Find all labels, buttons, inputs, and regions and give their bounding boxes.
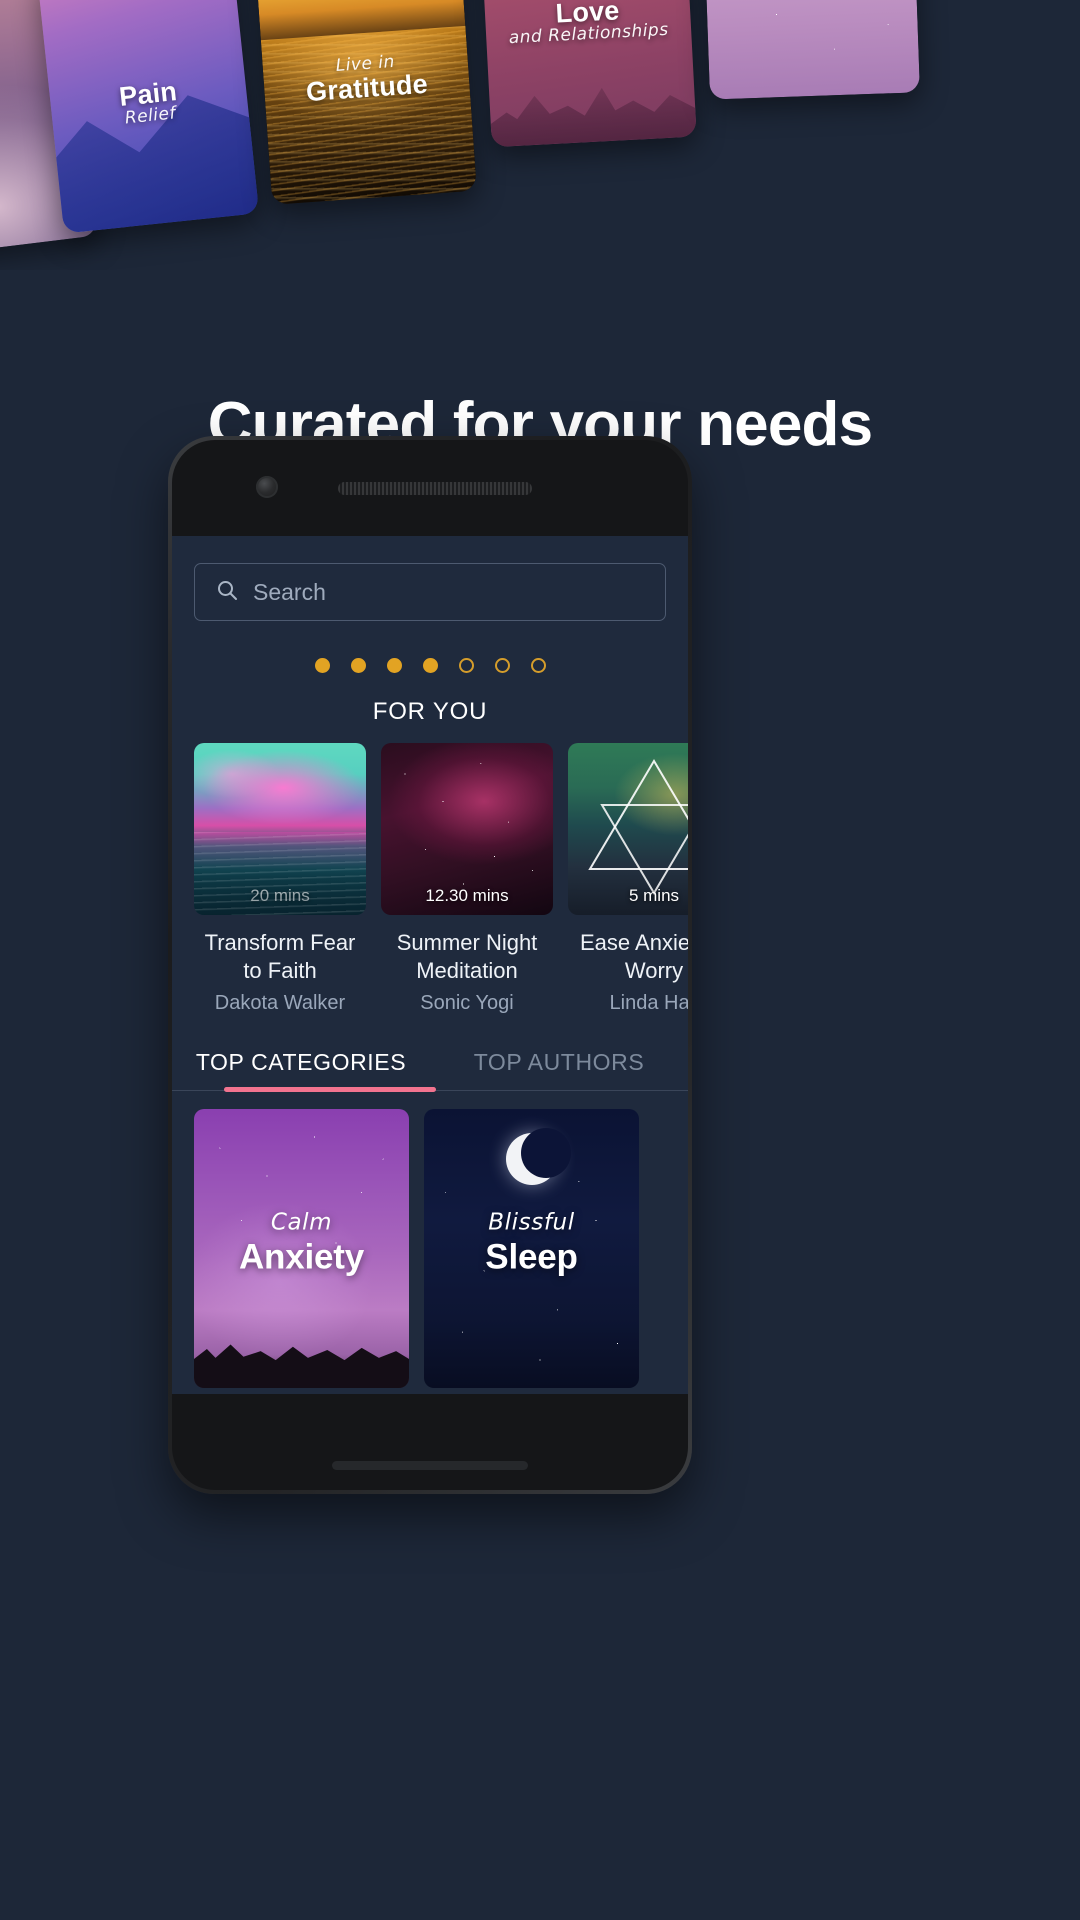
category-author-tabs[interactable]: TOP CATEGORIES TOP AUTHORS (172, 1039, 688, 1092)
card-thumbnail[interactable]: 12.30 mins (381, 743, 553, 915)
pager-dot[interactable] (494, 658, 510, 673)
category-tile-anxiety[interactable]: Calm Anxiety (194, 1109, 409, 1388)
active-tab-underline (224, 1087, 436, 1092)
pager-dot[interactable] (530, 658, 546, 673)
card-title: Transform Fear to Faith (204, 930, 356, 983)
phone-mockup: Search FOR YOU 20 mins Transform Fear to… (168, 436, 692, 1494)
hero-card-label: Love and Relationships (484, 0, 691, 50)
card-title: Ease Anxiety & Worry (580, 930, 688, 983)
category-subtitle: Calm (270, 1209, 333, 1236)
front-camera-icon (256, 476, 278, 498)
hero-card-gratitude[interactable]: Live in Gratitude (252, 0, 477, 205)
treeline-decoration (194, 1344, 409, 1388)
fingerprint-bar (332, 1461, 528, 1470)
pager-dots[interactable] (172, 658, 688, 673)
hero-carousel[interactable]: Pain Relief Live in Gratitude Love and R… (0, 0, 1080, 270)
pager-dot[interactable] (314, 658, 330, 673)
category-tile-label: Calm Anxiety (194, 1209, 409, 1277)
for-you-card[interactable]: 12.30 mins Summer Night Meditation Sonic… (381, 743, 553, 1015)
card-duration: 20 mins (250, 886, 310, 905)
for-you-section-title: FOR YOU (372, 698, 488, 725)
for-you-card-row[interactable]: 20 mins Transform Fear to Faith Dakota W… (172, 743, 688, 1015)
category-tile-sleep[interactable]: Blissful Sleep (424, 1109, 639, 1388)
category-title: Anxiety (238, 1237, 365, 1277)
category-title: Sleep (485, 1237, 578, 1277)
card-duration: 12.30 mins (425, 886, 509, 905)
crescent-moon-icon (505, 1128, 571, 1185)
phone-body: Search FOR YOU 20 mins Transform Fear to… (172, 440, 688, 1490)
category-tile-label: Blissful Sleep (424, 1209, 639, 1277)
pager-dot[interactable] (458, 658, 474, 673)
search-input[interactable]: Search (194, 563, 666, 621)
category-subtitle: Blissful (488, 1209, 575, 1236)
for-you-card[interactable]: 20 mins Transform Fear to Faith Dakota W… (194, 743, 366, 1015)
search-placeholder-text: Search (253, 578, 326, 605)
hero-card-lavender[interactable] (702, 0, 920, 100)
category-grid[interactable]: Calm Anxiety Blissful Sleep (172, 1109, 688, 1394)
card-duration: 5 mins (628, 886, 680, 905)
card-author: Dakota Walker (214, 992, 346, 1014)
pager-dot[interactable] (386, 658, 402, 673)
search-icon (215, 578, 239, 607)
card-thumbnail[interactable]: 20 mins (194, 743, 366, 915)
phone-screen: Search FOR YOU 20 mins Transform Fear to… (172, 536, 688, 1394)
hero-card-pain-relief[interactable]: Pain Relief (36, 0, 260, 234)
earpiece-speaker-icon (338, 482, 532, 495)
tab-top-authors[interactable]: TOP AUTHORS (430, 1039, 688, 1090)
tab-top-categories[interactable]: TOP CATEGORIES (172, 1039, 430, 1090)
card-thumbnail[interactable]: 5 mins (568, 743, 688, 915)
card-author: Sonic Yogi (420, 992, 514, 1014)
for-you-card[interactable]: 5 mins Ease Anxiety & Worry Linda Hall (568, 743, 688, 1015)
pager-dot[interactable] (422, 658, 438, 673)
card-title: Summer Night Meditation (396, 930, 538, 983)
pager-dot[interactable] (350, 658, 366, 673)
card-author: Linda Hall (609, 992, 688, 1014)
hero-card-love[interactable]: Love and Relationships (478, 0, 697, 148)
skyline-decoration (487, 47, 696, 147)
